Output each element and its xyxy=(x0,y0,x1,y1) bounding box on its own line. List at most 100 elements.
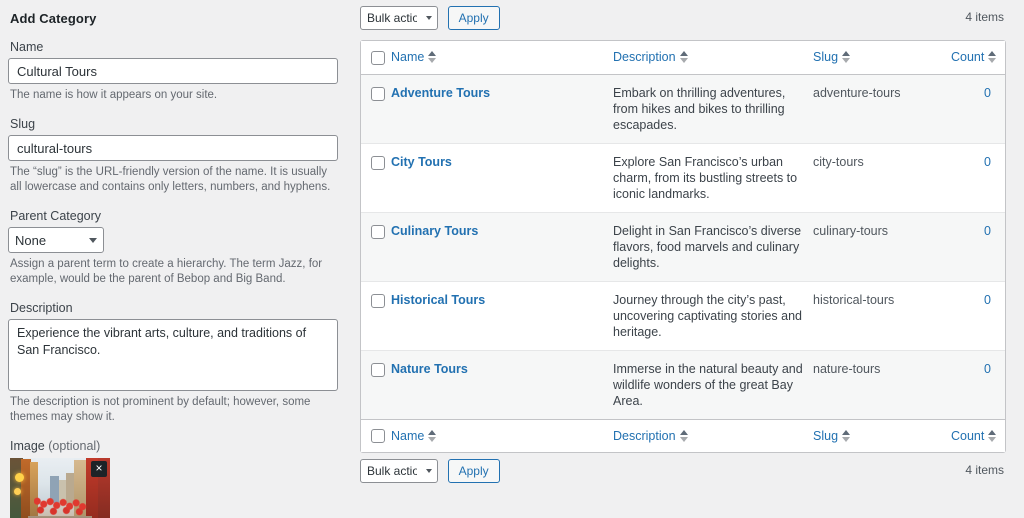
table-head: Name Description Slug Count xyxy=(361,41,1005,75)
column-label-description: Description xyxy=(613,429,676,444)
sort-arrows-icon xyxy=(679,50,688,64)
parent-category-select-wrap: None xyxy=(8,227,104,253)
column-header-description[interactable]: Description xyxy=(613,41,813,75)
sort-arrows-icon xyxy=(842,429,851,443)
sort-count-bottom[interactable]: Count xyxy=(951,429,997,443)
row-slug-cell: nature-tours xyxy=(813,349,951,419)
count-link[interactable]: 0 xyxy=(984,293,991,307)
row-checkbox[interactable] xyxy=(371,87,385,102)
page-title: Add Category xyxy=(10,11,97,26)
parent-category-select[interactable]: None xyxy=(8,227,104,253)
row-checkbox[interactable] xyxy=(371,363,385,378)
field-slug: Slug The “slug” is the URL-friendly vers… xyxy=(8,117,338,195)
bulk-actions-select-top[interactable]: Bulk actions xyxy=(360,6,438,30)
field-image: Image (optional) × xyxy=(8,439,338,518)
row-checkbox-cell xyxy=(361,280,391,350)
remove-image-icon[interactable]: × xyxy=(91,461,107,477)
table-footer-row: Name Description Slug Count xyxy=(361,418,1005,453)
slug-help: The “slug” is the URL-friendly version o… xyxy=(10,166,331,193)
column-footer-slug[interactable]: Slug xyxy=(813,418,951,453)
column-label-name: Name xyxy=(391,429,425,444)
count-link[interactable]: 0 xyxy=(984,86,991,100)
sort-name-top[interactable]: Name xyxy=(391,50,437,64)
table-row: Culinary Tours Delight in San Francisco’… xyxy=(361,211,1005,281)
category-link[interactable]: Culinary Tours xyxy=(391,224,478,238)
name-help: The name is how it appears on your site. xyxy=(10,89,218,101)
sort-slug-top[interactable]: Slug xyxy=(813,50,851,64)
bulk-actions-wrap-bottom: Bulk actions xyxy=(360,459,438,484)
row-name-cell: Historical Tours xyxy=(391,280,613,350)
image-optional-text: (optional) xyxy=(48,439,101,453)
category-link[interactable]: Nature Tours xyxy=(391,362,468,376)
column-footer-description[interactable]: Description xyxy=(613,418,813,453)
category-image-thumbnail[interactable]: × xyxy=(10,458,110,518)
row-count-cell: 0 xyxy=(951,142,1005,212)
category-list: Bulk actions Apply 4 items Name Descript… xyxy=(360,0,1024,518)
parent-category-label: Parent Category xyxy=(10,209,102,223)
row-checkbox[interactable] xyxy=(371,225,385,240)
column-label-name: Name xyxy=(391,50,425,65)
column-label-slug: Slug xyxy=(813,429,839,444)
row-count-cell: 0 xyxy=(951,211,1005,281)
column-header-slug[interactable]: Slug xyxy=(813,41,951,75)
name-input[interactable] xyxy=(8,58,338,84)
select-all-header xyxy=(361,41,391,75)
select-all-checkbox-top[interactable] xyxy=(371,50,385,65)
select-all-checkbox-bottom[interactable] xyxy=(371,429,385,444)
row-count-cell: 0 xyxy=(951,74,1005,143)
table-foot: Name Description Slug Count xyxy=(361,418,1005,453)
sort-arrows-icon xyxy=(428,50,437,64)
apply-button-top[interactable]: Apply xyxy=(447,6,500,30)
apply-button-bottom[interactable]: Apply xyxy=(447,459,500,484)
sort-slug-bottom[interactable]: Slug xyxy=(813,429,851,443)
row-description-cell: Embark on thrilling adventures, from hik… xyxy=(613,74,813,143)
categories-table: Name Description Slug Count Adventure To… xyxy=(360,40,1006,454)
count-link[interactable]: 0 xyxy=(984,362,991,376)
row-count-cell: 0 xyxy=(951,280,1005,350)
sort-arrows-icon xyxy=(842,50,851,64)
sort-description-bottom[interactable]: Description xyxy=(613,429,689,443)
row-name-cell: Nature Tours xyxy=(391,349,613,419)
row-slug-cell: culinary-tours xyxy=(813,211,951,281)
table-row: Historical Tours Journey through the cit… xyxy=(361,280,1005,350)
sort-description-top[interactable]: Description xyxy=(613,50,689,64)
category-link[interactable]: City Tours xyxy=(391,155,452,169)
row-checkbox[interactable] xyxy=(371,294,385,309)
category-link[interactable]: Historical Tours xyxy=(391,293,485,307)
row-slug-cell: adventure-tours xyxy=(813,74,951,143)
sort-arrows-icon xyxy=(988,429,997,443)
row-checkbox[interactable] xyxy=(371,156,385,171)
field-name: Name The name is how it appears on your … xyxy=(8,40,338,103)
sort-count-top[interactable]: Count xyxy=(951,50,997,64)
row-checkbox-cell xyxy=(361,211,391,281)
slug-label: Slug xyxy=(10,117,36,131)
column-header-count[interactable]: Count xyxy=(951,41,1005,75)
row-slug-cell: city-tours xyxy=(813,142,951,212)
column-header-name[interactable]: Name xyxy=(391,41,613,75)
description-help: The description is not prominent by defa… xyxy=(10,396,311,423)
add-category-form: Add Category Name The name is how it app… xyxy=(0,0,352,518)
column-footer-name[interactable]: Name xyxy=(391,418,613,453)
image-label-text: Image xyxy=(10,439,45,453)
admin-page: Add Category Name The name is how it app… xyxy=(0,0,1024,518)
field-description: Description Experience the vibrant arts,… xyxy=(8,301,338,425)
column-label-count: Count xyxy=(951,429,985,444)
sort-name-bottom[interactable]: Name xyxy=(391,429,437,443)
count-link[interactable]: 0 xyxy=(984,224,991,238)
table-header-row: Name Description Slug Count xyxy=(361,41,1005,75)
items-count-top: 4 items xyxy=(965,10,1004,24)
row-slug-cell: historical-tours xyxy=(813,280,951,350)
row-description-cell: Delight in San Francisco’s diverse flavo… xyxy=(613,211,813,281)
count-link[interactable]: 0 xyxy=(984,155,991,169)
image-label: Image (optional) xyxy=(10,439,338,453)
column-label-description: Description xyxy=(613,50,676,65)
column-footer-count[interactable]: Count xyxy=(951,418,1005,453)
sort-arrows-icon xyxy=(428,429,437,443)
description-textarea[interactable]: Experience the vibrant arts, culture, an… xyxy=(8,319,338,391)
row-count-cell: 0 xyxy=(951,349,1005,419)
row-description-cell: Journey through the city’s past, uncover… xyxy=(613,280,813,350)
table-body: Adventure Tours Embark on thrilling adve… xyxy=(361,74,1005,419)
slug-input[interactable] xyxy=(8,135,338,161)
bulk-actions-select-bottom[interactable]: Bulk actions xyxy=(360,459,438,484)
category-link[interactable]: Adventure Tours xyxy=(391,86,490,100)
